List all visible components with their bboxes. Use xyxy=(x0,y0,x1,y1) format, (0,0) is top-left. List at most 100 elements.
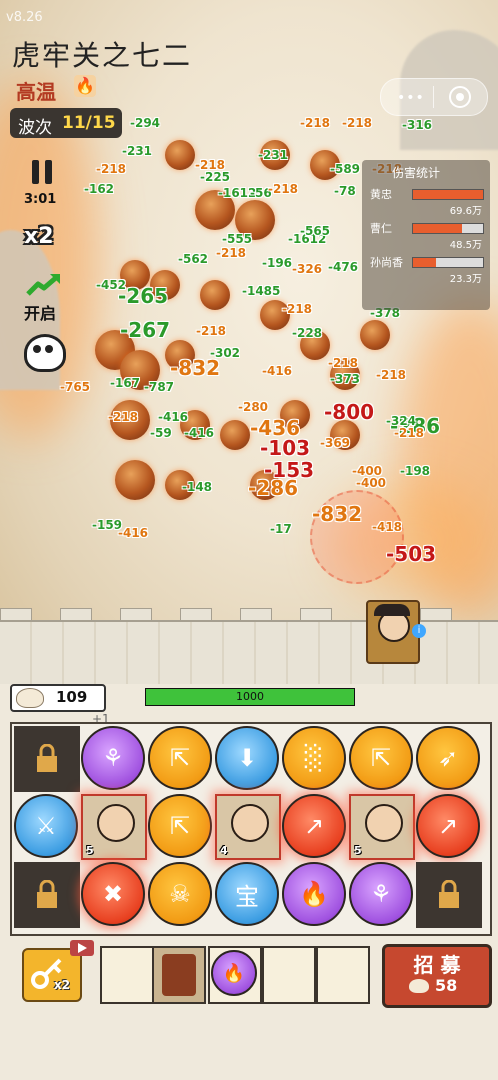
bench-slot[interactable] xyxy=(262,946,316,1004)
damage-number: -59 xyxy=(150,426,172,440)
triple-claw-skill[interactable]: ░ xyxy=(282,726,346,790)
bench-slot[interactable] xyxy=(316,946,370,1004)
damage-number: -416 xyxy=(184,426,215,440)
boot-skill[interactable]: ⬇ xyxy=(215,726,279,790)
sword-upgrade-icon: ⚔ xyxy=(35,812,57,840)
damage-number: -416 xyxy=(158,410,189,424)
hero-level: 5 xyxy=(354,844,362,857)
hero-cao-ren[interactable]: 4 xyxy=(215,794,281,860)
spread-arrows-skill[interactable]: ⇱ xyxy=(148,794,212,858)
sword-upgrade-skill[interactable]: ⚔ xyxy=(14,794,78,858)
arrow-up-right-skill[interactable]: ↗ xyxy=(282,794,346,858)
wave-label: 波次 xyxy=(18,118,52,138)
arrow-up-right-icon: ↗ xyxy=(303,812,325,840)
damage-number: -555 xyxy=(222,232,253,246)
damage-number: -228 xyxy=(292,326,323,340)
crossed-arrows-skill[interactable]: ✖ xyxy=(81,862,145,926)
damage-number: -218 xyxy=(268,182,299,196)
damage-number: -231 xyxy=(122,144,153,158)
jar-skill[interactable]: ⚘ xyxy=(349,862,413,926)
lock-icon xyxy=(439,880,459,908)
flame-upgrade-icon: 🔥 xyxy=(211,950,257,996)
damage-number: -218 xyxy=(342,116,373,130)
fire-arrow-icon: ➶ xyxy=(437,744,459,772)
locked-cell[interactable] xyxy=(14,726,80,792)
timer: 3:01 xyxy=(24,192,57,207)
flame-skill[interactable]: 🔥 xyxy=(282,862,346,926)
arrow-up-right-skill[interactable]: ↗ xyxy=(416,794,480,858)
damage-number: -418 xyxy=(372,520,403,534)
recruit-button[interactable]: 招 募 58 xyxy=(382,944,492,1008)
hero-sun-shangxiang[interactable]: 5 xyxy=(349,794,415,860)
damage-number: -316 xyxy=(402,118,433,132)
hero-level: 4 xyxy=(220,844,228,857)
damage-number: -218 xyxy=(328,356,359,370)
key-button[interactable]: x2 xyxy=(22,948,82,1002)
damage-value: 23.3万 xyxy=(449,274,482,285)
more-icon[interactable]: ••• xyxy=(397,90,425,106)
damage-number: -589 xyxy=(330,162,361,176)
damage-number: -218 xyxy=(216,246,247,260)
damage-number: -218 xyxy=(376,368,407,382)
hero-face xyxy=(231,804,269,842)
pause-icon xyxy=(32,160,39,184)
damage-number: -294 xyxy=(130,116,161,130)
enemy-soldier xyxy=(165,140,195,170)
locked-cell[interactable] xyxy=(14,862,80,928)
damage-number: -148 xyxy=(182,480,213,494)
speed-button[interactable]: x2 xyxy=(24,224,54,249)
bench-slot-hero[interactable] xyxy=(152,946,206,1004)
damage-number: -103 xyxy=(260,436,311,460)
bench-slot[interactable] xyxy=(100,946,154,1004)
enemy-chariot xyxy=(115,460,155,500)
fire-arrow-skill[interactable]: ➶ xyxy=(416,726,480,790)
skull-skill[interactable]: ☠ xyxy=(148,862,212,926)
version-label: v8.26 xyxy=(6,10,43,25)
key-multiplier: x2 xyxy=(54,978,71,992)
treasure-bag-skill[interactable]: 宝 xyxy=(215,862,279,926)
damage-bar-fill xyxy=(413,224,462,233)
boot-icon: ⬇ xyxy=(236,744,258,772)
lock-icon xyxy=(37,880,57,908)
damage-stats-title: 伤害统计 xyxy=(392,166,441,180)
hero-name: 黄忠 xyxy=(370,188,392,201)
damage-bar xyxy=(412,189,484,200)
bun-count: 109 xyxy=(56,688,88,706)
damage-number: -765 xyxy=(60,380,91,394)
crossed-arrows-icon: ✖ xyxy=(102,880,124,908)
damage-number: -198 xyxy=(400,464,431,478)
fire-icon: 🔥 xyxy=(74,75,96,97)
damage-value: 48.5万 xyxy=(449,240,482,251)
jar-icon: ⚘ xyxy=(370,880,392,908)
bench-slot[interactable]: 🔥 xyxy=(208,946,262,1004)
auto-arrow-icon xyxy=(26,274,60,296)
locked-cell[interactable] xyxy=(416,862,482,928)
auto-label: 开启 xyxy=(24,304,57,323)
bun-icon xyxy=(16,688,44,708)
hero-name: 曹仁 xyxy=(370,222,392,235)
damage-number: -1485 xyxy=(242,284,281,298)
jar-skill[interactable]: ⚘ xyxy=(81,726,145,790)
bun-icon xyxy=(409,979,429,993)
treasure-bag-icon: 宝 xyxy=(235,882,259,911)
damage-number: -787 xyxy=(144,380,175,394)
hero-huang-zhong[interactable]: 5 xyxy=(81,794,147,860)
auto-button[interactable] xyxy=(26,272,62,302)
triple-claw-icon: ░ xyxy=(304,744,324,772)
damage-number: -218 xyxy=(96,162,127,176)
close-circle-icon[interactable] xyxy=(449,86,471,108)
video-ad-icon[interactable] xyxy=(70,940,94,956)
hero-face xyxy=(97,804,135,842)
damage-number: -562 xyxy=(178,252,209,266)
damage-number: -373 xyxy=(330,372,361,386)
spread-arrows-skill[interactable]: ⇱ xyxy=(349,726,413,790)
damage-stats-row: 曹仁 48.5万 xyxy=(368,220,486,254)
skull-boss-icon[interactable] xyxy=(24,334,66,372)
pause-button[interactable] xyxy=(28,158,56,186)
info-icon[interactable]: i xyxy=(412,624,426,638)
spread-arrows-skill[interactable]: ⇱ xyxy=(148,726,212,790)
bun-counter: 109 xyxy=(10,684,106,712)
damage-stats-row: 孙尚香 23.3万 xyxy=(368,254,486,288)
hero-hair xyxy=(374,604,410,616)
damage-number: -503 xyxy=(386,542,437,566)
